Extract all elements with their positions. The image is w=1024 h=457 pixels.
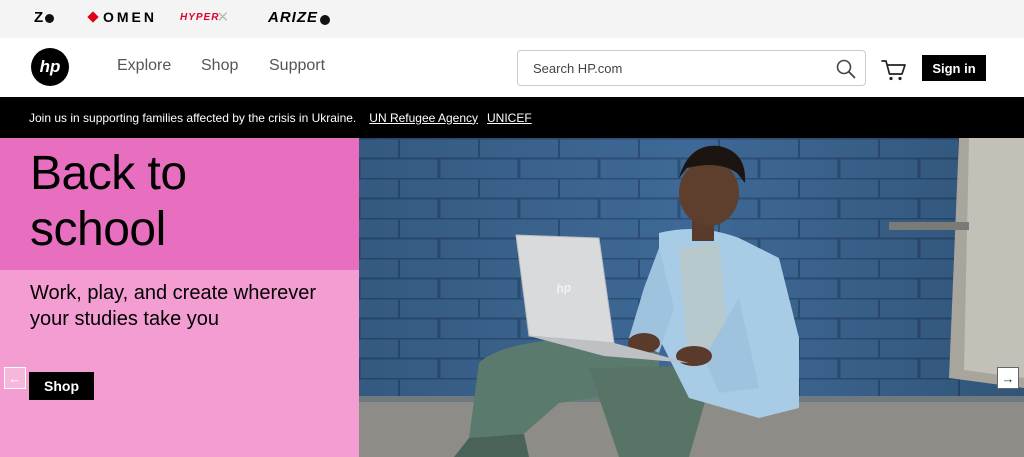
laptop-hp-logo: hp xyxy=(555,280,571,296)
omen-diamond-icon xyxy=(87,11,99,23)
sign-in-button[interactable]: Sign in xyxy=(922,55,986,81)
hero-carousel: Back to school Work, play, and create wh… xyxy=(0,138,1024,457)
site-header: hp Explore Shop Support Sign in xyxy=(0,38,1024,97)
cart-icon[interactable] xyxy=(881,58,907,82)
announcement-bar: Join us in supporting families affected … xyxy=(0,97,1024,138)
hyperx-x-icon: ✕ xyxy=(216,9,231,26)
brand-z-label: Z xyxy=(34,8,45,26)
hero-shop-button[interactable]: Shop xyxy=(29,372,94,400)
nav-support[interactable]: Support xyxy=(269,57,325,75)
brand-strip: Z OMEN HYPER ✕ ARIZE xyxy=(0,0,1024,38)
hp-mini-logo-icon xyxy=(320,15,330,25)
nav-shop[interactable]: Shop xyxy=(201,57,238,75)
un-refugee-agency-link[interactable]: UN Refugee Agency xyxy=(369,111,478,125)
hero-image: hp xyxy=(359,138,1024,457)
brand-arize-link[interactable]: ARIZE xyxy=(268,6,330,28)
search-icon[interactable] xyxy=(835,58,857,80)
brand-arize-label: ARIZE xyxy=(268,8,318,26)
carousel-prev-button[interactable]: ← xyxy=(4,367,26,389)
hero-title: Back to school xyxy=(30,146,187,258)
hero-title-line2: school xyxy=(30,203,166,256)
hp-mini-logo-icon xyxy=(45,13,55,23)
carousel-next-button[interactable]: → xyxy=(997,367,1019,389)
brand-omen-label: OMEN xyxy=(103,9,157,25)
search-box xyxy=(517,50,866,86)
hero-subtitle: Work, play, and create wherever your stu… xyxy=(30,282,317,330)
hp-logo[interactable]: hp xyxy=(31,48,69,86)
nav-explore[interactable]: Explore xyxy=(117,57,171,75)
arrow-right-icon: → xyxy=(1001,370,1015,386)
arrow-left-icon: ← xyxy=(8,370,22,386)
brand-z-link[interactable]: Z xyxy=(34,6,55,28)
hero-title-line1: Back to xyxy=(30,147,187,200)
announcement-text: Join us in supporting families affected … xyxy=(29,110,357,125)
brand-hyperx-label: HYPER xyxy=(180,11,220,23)
search-input[interactable] xyxy=(518,51,828,85)
unicef-link[interactable]: UNICEF xyxy=(487,111,532,125)
brand-omen-link[interactable]: OMEN xyxy=(87,6,157,28)
brand-hyperx-link[interactable]: HYPER ✕ xyxy=(180,6,230,28)
